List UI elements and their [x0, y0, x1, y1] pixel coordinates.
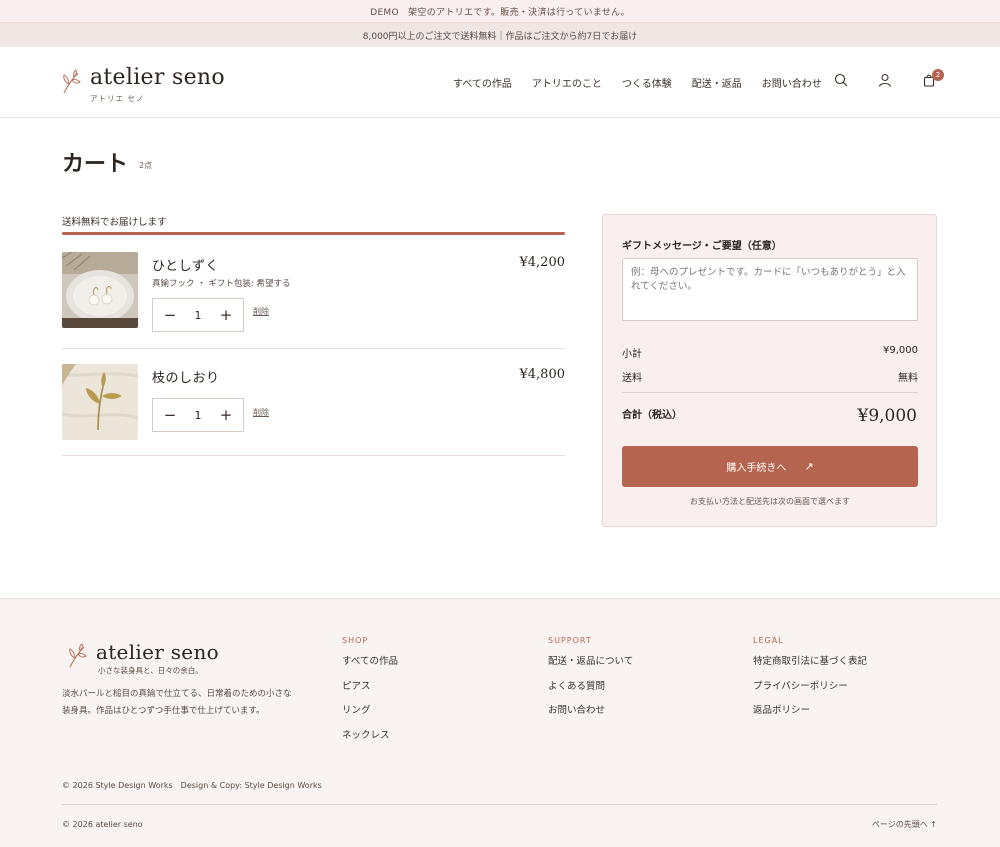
footer-tagline: 小さな装身具と、日々の余白。	[98, 666, 203, 675]
free-shipping-label: 送料無料でお届けします	[62, 217, 167, 228]
footer-link-return-policy[interactable]: 返品ポリシー	[753, 704, 867, 718]
nav-contact[interactable]: お問い合わせ	[762, 75, 822, 90]
site-footer: atelier seno 小さな装身具と、日々の余白。 淡水パールと槌目の真鍮で…	[0, 598, 1000, 847]
free-shipping-progress	[62, 232, 565, 235]
shipping-value: 無料	[898, 373, 918, 384]
item-price: ¥4,800	[519, 367, 566, 382]
demo-notice-bar: DEMO 架空のアトリエです。販売・決済は行っていません。	[0, 0, 1000, 23]
cart-item: 枝のしおり ¥4,800 − 1 + 削除	[62, 364, 565, 456]
item-name[interactable]: 枝のしおり	[152, 367, 220, 386]
brand-logo[interactable]: atelier seno アトリエ セノ	[60, 65, 225, 104]
remove-item-link[interactable]: 削除	[253, 407, 269, 418]
brand-kana: アトリエ セノ	[90, 94, 145, 103]
item-name[interactable]: ひとしずく	[152, 255, 219, 274]
subtotal-row: 小計 ¥9,000	[622, 345, 918, 360]
product-image-branch-bookmark[interactable]	[62, 364, 138, 440]
footer-column-shop: SHOP すべての作品 ピアス リング ネックレス	[342, 636, 398, 753]
brand-name: atelier seno	[90, 65, 225, 90]
qty-value: 1	[194, 308, 202, 322]
nav-about-atelier[interactable]: アトリエのこと	[532, 75, 602, 90]
footer-link-necklaces[interactable]: ネックレス	[342, 729, 398, 743]
shipping-row: 送料 無料	[622, 369, 918, 384]
footer-link-rings[interactable]: リング	[342, 704, 398, 718]
nav-workshop[interactable]: つくる体験	[622, 75, 672, 90]
gift-message-textarea[interactable]	[622, 258, 918, 321]
subtotal-label: 小計	[622, 349, 642, 360]
summary-divider	[622, 392, 918, 393]
footer-copyright: © 2026 atelier seno	[62, 820, 143, 829]
item-price: ¥4,200	[519, 255, 566, 270]
footer-link-earrings[interactable]: ピアス	[342, 680, 398, 694]
footer-link-privacy[interactable]: プライバシーポリシー	[753, 680, 867, 694]
gift-message-label: ギフトメッセージ・ご要望（任意）	[622, 241, 782, 252]
footer-link-contact[interactable]: お問い合わせ	[548, 704, 633, 718]
product-image-pearl-earrings[interactable]	[62, 252, 138, 328]
site-header: atelier seno アトリエ セノ すべての作品 アトリエのこと つくる体…	[0, 47, 1000, 118]
nav-shipping-returns[interactable]: 配送・返品	[692, 75, 742, 90]
footer-design-credit: © 2026 Style Design Works Design & Copy:…	[62, 781, 322, 790]
qty-increase-button[interactable]: +	[219, 406, 233, 424]
leaf-logo-icon	[63, 69, 81, 94]
qty-value: 1	[194, 408, 202, 422]
footer-link-commerce-law[interactable]: 特定商取引法に基づく表記	[753, 655, 867, 669]
shipping-notice-bar: 8,000円以上のご注文で送料無料｜作品はご注文から約7日でお届け	[0, 23, 1000, 47]
checkout-button[interactable]: 購入手続きへ ↗	[622, 446, 918, 487]
leaf-logo-icon	[69, 643, 87, 668]
footer-heading-legal: LEGAL	[753, 636, 784, 645]
page-title: カート	[62, 151, 129, 177]
quantity-stepper: − 1 +	[152, 298, 244, 332]
cart-item-count: 2点	[139, 161, 153, 170]
cart-item: ひとしずく 真鍮フック ・ ギフト包装: 希望する ¥4,200 − 1 + 削…	[62, 252, 565, 349]
search-icon[interactable]	[834, 73, 848, 87]
qty-increase-button[interactable]: +	[219, 306, 233, 324]
remove-item-link[interactable]: 削除	[253, 306, 269, 317]
footer-column-legal: LEGAL 特定商取引法に基づく表記 プライバシーポリシー 返品ポリシー	[753, 636, 867, 729]
back-to-top-link[interactable]: ページの先頭へ ↑	[872, 819, 937, 830]
item-options: 真鍮フック ・ ギフト包装: 希望する	[152, 279, 291, 289]
footer-description: 淡水パールと槌目の真鍮で仕立てる、日常着のための小さな装身具。作品はひとつずつ手…	[62, 689, 292, 716]
quantity-stepper: − 1 +	[152, 398, 244, 432]
free-shipping-progress-fill	[62, 232, 565, 235]
footer-column-support: SUPPORT 配送・返品について よくある質問 お問い合わせ	[548, 636, 633, 729]
total-value: ¥9,000	[857, 406, 917, 426]
main-nav: すべての作品 アトリエのこと つくる体験 配送・返品 お問い合わせ	[453, 75, 842, 90]
checkout-note: お支払い方法と配送先は次の画面で選べます	[690, 497, 850, 506]
qty-decrease-button[interactable]: −	[163, 306, 177, 324]
footer-link-shipping-returns[interactable]: 配送・返品について	[548, 655, 633, 669]
footer-link-all-works[interactable]: すべての作品	[342, 655, 398, 669]
footer-divider	[62, 804, 937, 805]
footer-heading-shop: SHOP	[342, 636, 369, 645]
user-icon[interactable]	[878, 73, 892, 87]
order-summary-panel: ギフトメッセージ・ご要望（任意） 小計 ¥9,000 送料 無料 合計（税込） …	[602, 214, 937, 527]
footer-link-faq[interactable]: よくある質問	[548, 680, 633, 694]
shipping-label: 送料	[622, 373, 642, 384]
nav-all-works[interactable]: すべての作品	[453, 75, 512, 90]
footer-heading-support: SUPPORT	[548, 636, 592, 645]
cart-count-badge: 2	[932, 69, 944, 81]
subtotal-value: ¥9,000	[883, 345, 918, 356]
arrow-up-right-icon: ↗	[804, 460, 814, 473]
total-label: 合計（税込）	[622, 410, 682, 421]
qty-decrease-button[interactable]: −	[163, 406, 177, 424]
checkout-button-label: 購入手続きへ	[726, 463, 787, 474]
